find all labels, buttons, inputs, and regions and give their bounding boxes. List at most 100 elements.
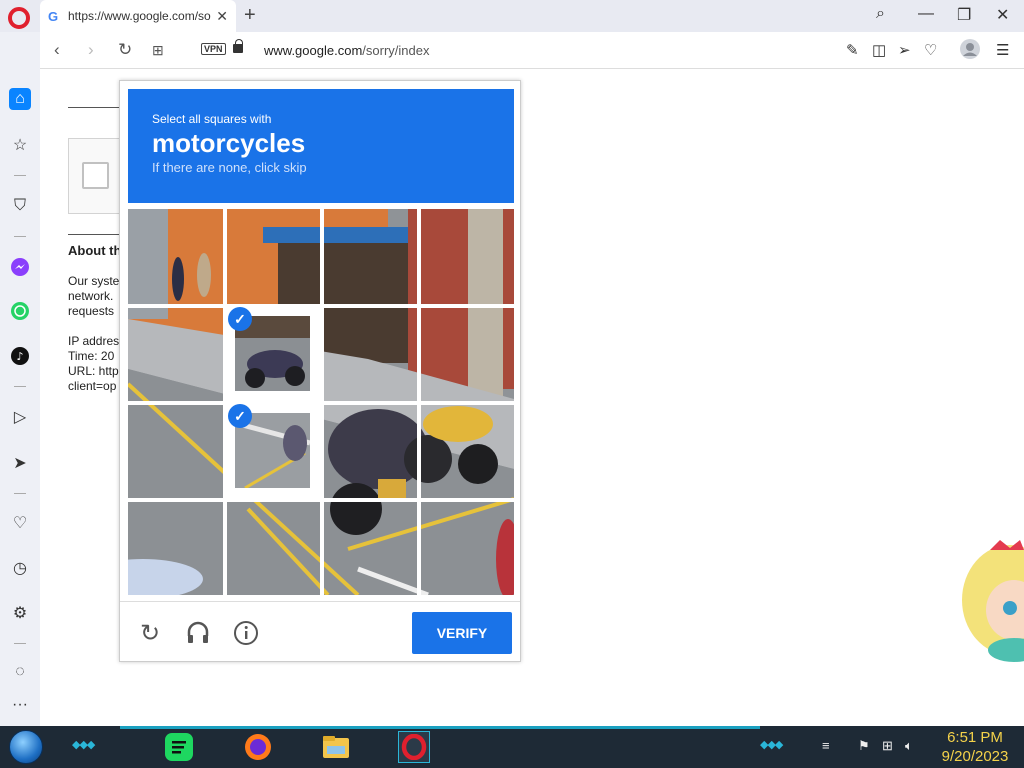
flow-icon[interactable]: ➤ [8,451,32,475]
recaptcha-challenge: Select all squares with motorcycles If t… [119,80,521,662]
reload-icon[interactable]: ↻ [137,620,163,647]
messenger-icon[interactable] [8,255,32,279]
bookmarks-icon[interactable]: ☆ [8,133,32,157]
pinboards-heart-icon[interactable]: ♡ [8,511,32,535]
forward-icon[interactable]: › [88,40,94,60]
snapshot-icon[interactable]: ◫ [872,41,886,59]
lock-icon[interactable] [233,39,243,53]
spotify-icon[interactable] [163,731,195,763]
info-icon[interactable] [233,620,259,646]
challenge-skip-hint: If there are none, click skip [152,160,307,175]
image-tile[interactable] [322,500,417,595]
image-tile[interactable] [322,306,417,401]
challenge-prompt: Select all squares with [152,112,272,126]
page-rule [68,234,120,235]
opera-menu-icon[interactable] [8,7,30,29]
recaptcha-checkbox[interactable] [82,162,109,189]
clock-time: 6:51 PM [947,729,1003,746]
desktop-mascot-image [962,540,1024,662]
taskbar-decoration: ◆◆◆ [72,739,95,751]
whatsapp-icon[interactable] [8,299,32,323]
image-tile[interactable] [225,500,320,595]
page-rule [68,107,120,108]
tiktok-icon[interactable]: ♪ [8,344,32,368]
taskbar: ◆◆◆ ◆◆◆ ≡ ⚑ ⊞ 🔈︎ 6:51 PM 9/20/2023 [0,726,1024,768]
edit-icon[interactable]: ✎ [846,41,859,59]
url-path: /sorry/index [362,43,430,58]
tab-strip: G https://www.google.com/so ✕ + ⌕ — ❐ ✕ [0,0,1024,32]
url-field[interactable]: www.google.com/sorry/index [264,43,429,58]
more-icon[interactable]: ··· [8,693,32,717]
page-text-line: URL: http [68,364,119,378]
tray-lines-icon[interactable]: ≡ [822,738,830,753]
taskbar-clock[interactable]: 6:51 PM 9/20/2023 [930,728,1020,766]
clock-date: 9/20/2023 [941,748,1009,765]
notifications-icon[interactable]: ◌ [8,660,32,684]
selected-check-icon: ✓ [228,307,252,331]
image-tile[interactable] [128,209,223,304]
vpn-badge[interactable]: VPN [201,43,226,55]
challenge-object: motorcycles [152,128,306,158]
new-tab-button[interactable]: + [244,4,256,27]
svg-text:♪: ♪ [16,350,23,363]
restore-icon[interactable]: ❐ [957,5,971,25]
image-tile[interactable] [225,209,320,304]
tab-close-icon[interactable]: ✕ [216,8,228,25]
address-bar: ‹ › ↻ ⊞ VPN www.google.com/sorry/index ✎… [40,32,1024,69]
tab-title: https://www.google.com/so [68,9,211,23]
image-tile[interactable] [128,403,223,498]
page-text-line: Our syste [68,274,120,288]
sidebar-divider [14,236,26,237]
url-domain: www.google.com [264,43,363,58]
recaptcha-checkbox-card [68,138,120,214]
profile-icon[interactable] [960,39,980,63]
start-button[interactable] [9,730,43,764]
network-icon[interactable]: ⊞ [882,738,893,754]
taskbar-accent [120,726,760,729]
image-tile[interactable] [419,403,514,498]
challenge-header: Select all squares with motorcycles If t… [128,89,514,203]
send-icon[interactable]: ➢ [898,41,911,59]
selected-check-icon: ✓ [228,404,252,428]
file-explorer-icon[interactable] [320,731,352,763]
verify-button[interactable]: VERIFY [412,612,512,654]
image-tile[interactable] [128,500,223,595]
page-text-line: requests [68,304,115,318]
google-favicon-icon: G [48,8,59,24]
challenge-footer: ↻ VERIFY [120,601,520,663]
search-tabs-icon[interactable]: ⌕ [876,5,885,23]
tab-grid-icon[interactable]: ⊞ [152,42,164,59]
page-text-line: network. [68,289,114,303]
firefox-icon[interactable] [242,731,274,763]
history-icon[interactable]: ◷ [8,556,32,580]
sidebar-divider [14,175,26,176]
sidebar-divider [14,386,26,387]
page-heading: About th [68,243,120,258]
taskbar-decoration: ◆◆◆ [760,739,783,751]
close-window-icon[interactable]: ✕ [996,5,1009,25]
page-text-line: IP addres [68,334,120,348]
image-tile[interactable] [419,209,514,304]
audio-icon[interactable] [185,620,211,646]
image-tile[interactable] [128,306,223,401]
image-tile[interactable] [322,403,417,498]
opera-icon[interactable] [398,731,430,763]
player-icon[interactable]: ▷ [8,405,32,429]
image-tile[interactable] [419,500,514,595]
action-center-flag-icon[interactable]: ⚑ [858,738,870,754]
image-tile[interactable] [322,209,417,304]
reload-page-icon[interactable]: ↻ [118,40,132,60]
volume-icon[interactable]: 🔈︎ [905,738,913,754]
page-text-line: client=op [68,379,117,393]
sidebar: ⌂ ☆ ⛉ ♪ ▷ ➤ ♡ ◷ ⚙ ◌ ··· [0,32,40,726]
easy-setup-icon[interactable]: ☰ [996,41,1009,59]
settings-gear-icon[interactable]: ⚙ [8,601,32,625]
browser-tab[interactable]: G https://www.google.com/so ✕ [40,0,236,32]
home-icon[interactable]: ⌂ [9,88,31,110]
minimize-icon[interactable]: — [918,5,934,23]
challenge-image-grid: ✓ ✓ [128,209,514,595]
back-icon[interactable]: ‹ [54,40,60,60]
bookmark-heart-icon[interactable]: ♡ [924,41,937,59]
image-tile[interactable] [419,306,514,401]
shopping-bag-icon[interactable]: ⛉ [8,194,32,218]
